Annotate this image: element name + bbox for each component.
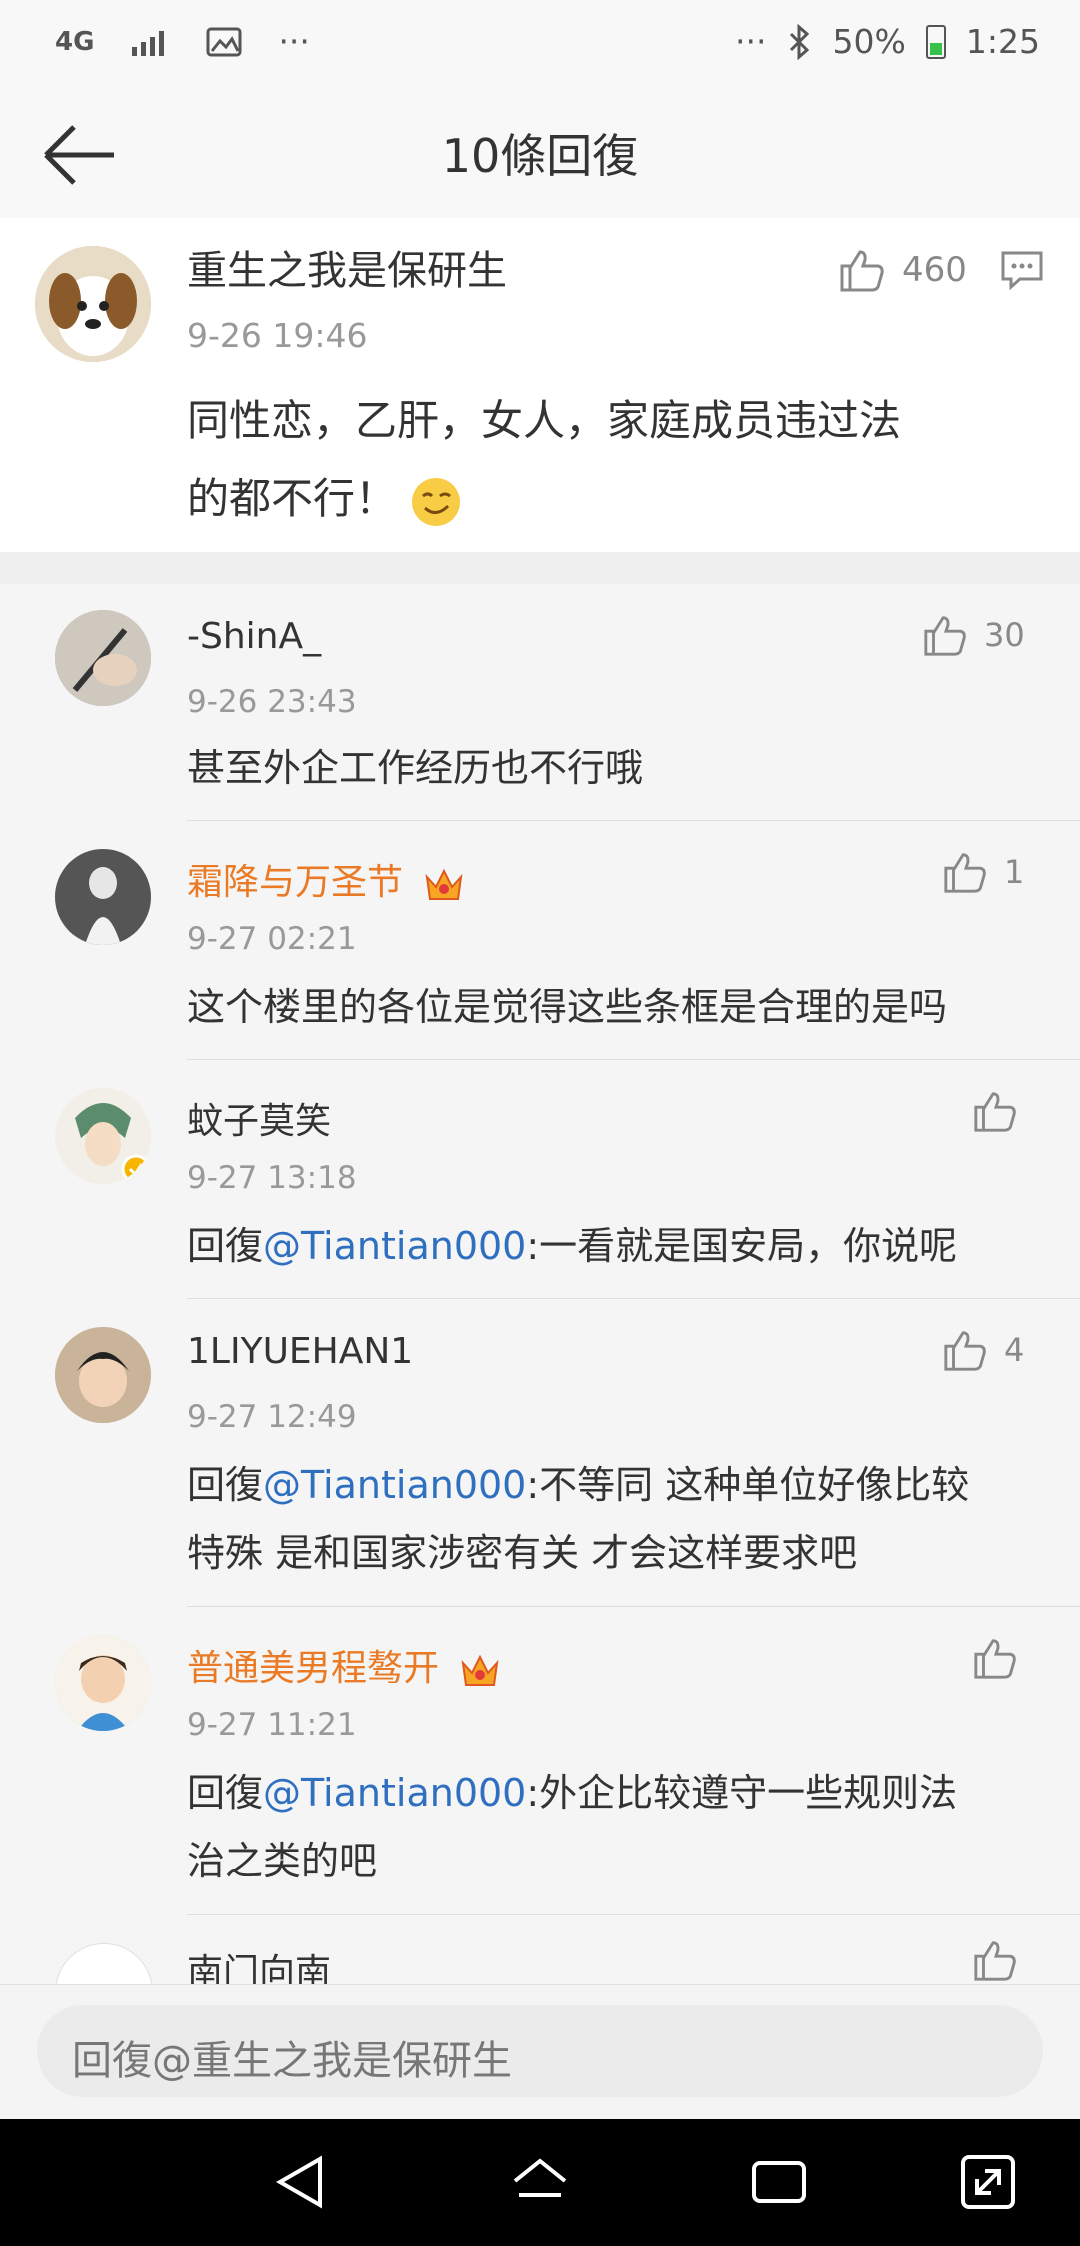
author-name[interactable]: 霜降与万圣节 [187, 853, 464, 905]
like-button[interactable] [972, 1937, 1018, 1983]
avatar[interactable] [35, 246, 151, 362]
avatar[interactable] [55, 849, 151, 945]
like-button[interactable]: 1 [942, 849, 1024, 895]
timestamp: 9-27 02:21 [187, 921, 357, 957]
recent-apps-icon[interactable] [748, 2151, 810, 2213]
thumbs-up-icon [944, 853, 986, 893]
comment-content: 同性恋，乙肝，女人，家庭成员违过法 的都不行！ [187, 382, 901, 538]
list-item[interactable]: 1LIYUEHAN1 9-27 12:49 4 回復@Tiantian000:不… [0, 1299, 1080, 1607]
avatar[interactable] [55, 1943, 153, 1984]
comment-icon[interactable] [1000, 250, 1044, 290]
battery-icon [925, 24, 946, 59]
mention-link[interactable]: @Tiantian000 [263, 1771, 526, 1815]
thumbs-up-icon [944, 1331, 986, 1371]
like-button[interactable] [972, 1635, 1018, 1681]
verified-badge-icon [121, 1154, 151, 1184]
avatar[interactable] [55, 1327, 151, 1423]
list-item[interactable]: -ShinA_ 9-26 23:43 30 甚至外企工作经历也不行哦 [0, 584, 1080, 821]
like-button[interactable]: 30 [922, 612, 1025, 658]
signal-icon [132, 30, 165, 56]
comment-content: 回復@Tiantian000:一看就是国安局，你说呢 [187, 1224, 958, 1268]
vip-crown-icon [426, 868, 463, 900]
author-name[interactable]: 南门向南 [187, 1943, 331, 1984]
bluetooth-icon [789, 23, 809, 60]
reply-placeholder: 回復@重生之我是保研生 [72, 2038, 512, 2084]
list-item[interactable]: 南门向南 [0, 1915, 1080, 1984]
smirk-emoji-icon [412, 477, 461, 526]
like-count: 1 [1004, 853, 1025, 891]
mention-link[interactable]: @Tiantian000 [263, 1224, 526, 1268]
timestamp: 9-27 13:18 [187, 1160, 357, 1196]
status-bar: 4G ··· ··· 50% 1:25 [0, 0, 1080, 90]
timestamp: 9-26 19:46 [187, 316, 368, 355]
reply-input-bar: 回復@重生之我是保研生 [0, 1984, 1080, 2120]
like-count: 460 [902, 250, 967, 290]
mention-link[interactable]: @Tiantian000 [263, 1463, 526, 1507]
image-icon [206, 27, 242, 56]
screen-expand-icon[interactable] [957, 2151, 1019, 2213]
header: 10條回復 [0, 90, 1080, 219]
like-button[interactable]: 460 [838, 246, 967, 294]
avatar[interactable] [55, 610, 151, 706]
content-line-1: 同性恋，乙肝，女人，家庭成员违过法 [187, 396, 902, 445]
author-name[interactable]: 蚊子莫笑 [187, 1092, 331, 1144]
section-divider [0, 552, 1080, 584]
main-comment: 重生之我是保研生 9-26 19:46 460 同性恋，乙肝，女人，家庭成员违过… [0, 218, 1080, 552]
like-count: 4 [1004, 1331, 1025, 1369]
more-dots: ··· [278, 22, 310, 61]
reply-list: -ShinA_ 9-26 23:43 30 甚至外企工作经历也不行哦 霜降与万圣… [0, 584, 1080, 1984]
comment-content: 回復@Tiantian000:外企比较遵守一些规则法 治之类的吧 [187, 1771, 958, 1883]
timestamp: 9-27 11:21 [187, 1707, 357, 1743]
system-nav-bar [0, 2119, 1080, 2246]
avatar[interactable] [55, 1635, 151, 1731]
thumbs-up-icon [840, 250, 884, 292]
comment-content: 回復@Tiantian000:不等同 这种单位好像比较 特殊 是和国家涉密有关 … [187, 1463, 970, 1575]
thumbs-up-icon [974, 1092, 1016, 1132]
network-4g-icon: 4G [55, 26, 95, 57]
reply-input[interactable]: 回復@重生之我是保研生 [37, 2005, 1043, 2097]
clock: 1:25 [965, 22, 1040, 61]
avatar[interactable] [55, 1088, 151, 1184]
home-icon[interactable] [509, 2151, 571, 2213]
vip-crown-icon [462, 1654, 499, 1686]
page-title: 10條回復 [441, 129, 639, 183]
back-triangle-icon[interactable] [270, 2151, 332, 2213]
list-item[interactable]: 蚊子莫笑 9-27 13:18 回復@Tiantian000:一看就是国安局，你… [0, 1060, 1080, 1299]
author-name[interactable]: 普通美男程骜开 [187, 1639, 500, 1691]
content-line-2: 的都不行！ [187, 474, 398, 523]
list-item[interactable]: 霜降与万圣节 9-27 02:21 1 这个楼里的各位是觉得这些条框是合理的是吗 [0, 821, 1080, 1060]
like-count: 30 [984, 616, 1025, 654]
thumbs-up-icon [974, 1639, 1016, 1679]
comment-content: 甚至外企工作经历也不行哦 [187, 746, 644, 790]
timestamp: 9-27 12:49 [187, 1399, 357, 1435]
like-button[interactable] [972, 1088, 1018, 1134]
thumbs-up-icon [924, 616, 966, 656]
more-dots-right: ··· [735, 22, 767, 61]
author-name[interactable]: -ShinA_ [187, 616, 321, 657]
battery-percent: 50% [832, 22, 906, 61]
author-name[interactable]: 重生之我是保研生 [187, 238, 507, 296]
thumbs-up-icon [974, 1941, 1016, 1981]
author-name[interactable]: 1LIYUEHAN1 [187, 1331, 413, 1372]
timestamp: 9-26 23:43 [187, 684, 357, 720]
like-button[interactable]: 4 [942, 1327, 1024, 1373]
list-item[interactable]: 普通美男程骜开 9-27 11:21 回復@Tiantian000:外企比较遵守… [0, 1607, 1080, 1915]
comment-content: 这个楼里的各位是觉得这些条框是合理的是吗 [187, 985, 948, 1029]
